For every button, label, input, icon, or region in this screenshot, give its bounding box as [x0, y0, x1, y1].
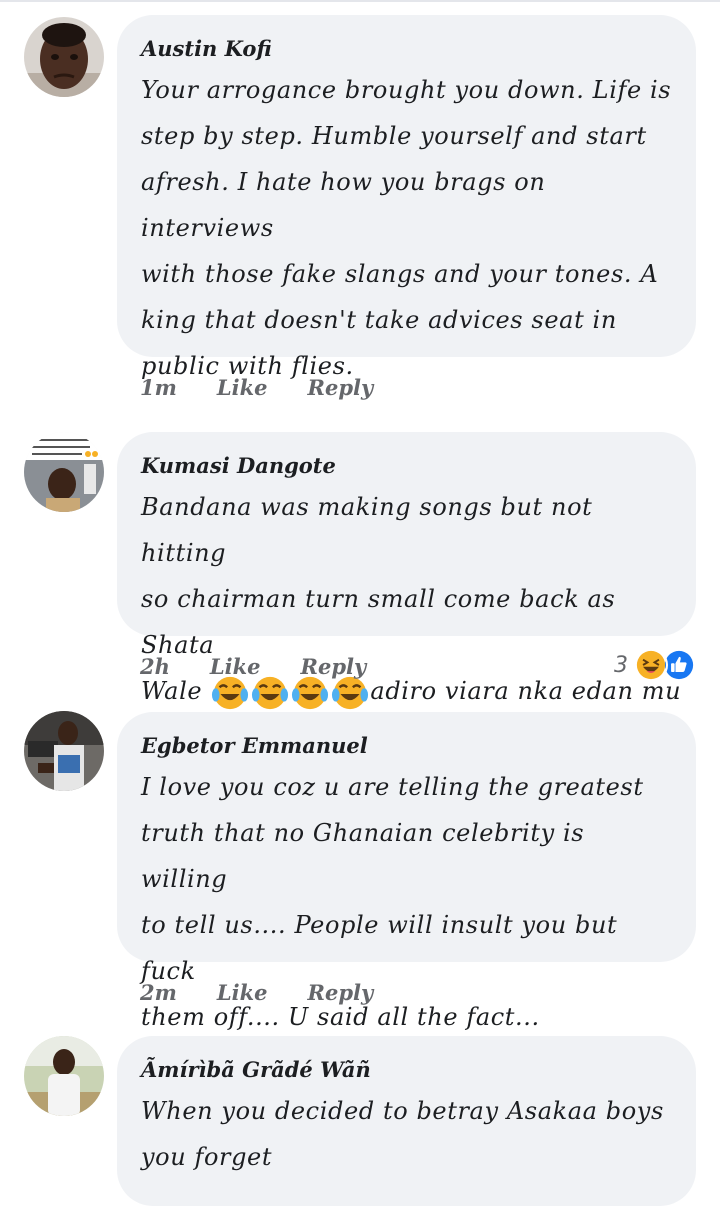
comment-author[interactable]: Austin Kofi: [141, 35, 672, 63]
comment-text-line: Bandana was making songs but not hitting: [141, 493, 593, 567]
comment-actions: 2m Like Reply: [140, 974, 413, 1010]
avatar[interactable]: [24, 17, 104, 97]
comment-author[interactable]: Ãmírìbã Grãdé Wãñ: [141, 1056, 672, 1084]
reply-button[interactable]: Reply: [308, 375, 374, 400]
like-button[interactable]: Like: [217, 375, 268, 400]
comment-text: Your arrogance brought you down. Life is…: [141, 76, 672, 380]
comment-bubble: Austin Kofi Your arrogance brought you d…: [117, 15, 696, 380]
reply-button[interactable]: Reply: [301, 654, 367, 679]
reply-button[interactable]: Reply: [308, 980, 374, 1005]
avatar[interactable]: [24, 1036, 104, 1116]
laughing-face-icon: [634, 648, 668, 682]
comment-actions: 1m Like Reply: [140, 369, 413, 405]
avatar[interactable]: [24, 711, 104, 791]
avatar[interactable]: [24, 432, 104, 512]
comment-time: 2m: [140, 979, 177, 1005]
comment-time: 2h: [140, 653, 170, 679]
comment-actions: 2h Like Reply: [140, 648, 406, 684]
comment-bubble: Egbetor Emmanuel I love you coz u are te…: [117, 712, 696, 1031]
comment-bubble: Kumasi Dangote Bandana was making songs …: [117, 432, 696, 709]
comment-text: When you decided to betray Asakaa boys y…: [141, 1097, 664, 1171]
comment-time: 1m: [140, 374, 177, 400]
reaction-count: 3: [614, 652, 628, 678]
comment-bubble: Ãmírìbã Grãdé Wãñ When you decided to be…: [117, 1036, 696, 1206]
comment-author[interactable]: Egbetor Emmanuel: [141, 732, 672, 760]
comment-author[interactable]: Kumasi Dangote: [141, 452, 672, 480]
reaction-summary[interactable]: 3: [614, 647, 696, 683]
like-button[interactable]: Like: [217, 980, 268, 1005]
top-divider: [0, 0, 720, 2]
like-button[interactable]: Like: [210, 654, 261, 679]
